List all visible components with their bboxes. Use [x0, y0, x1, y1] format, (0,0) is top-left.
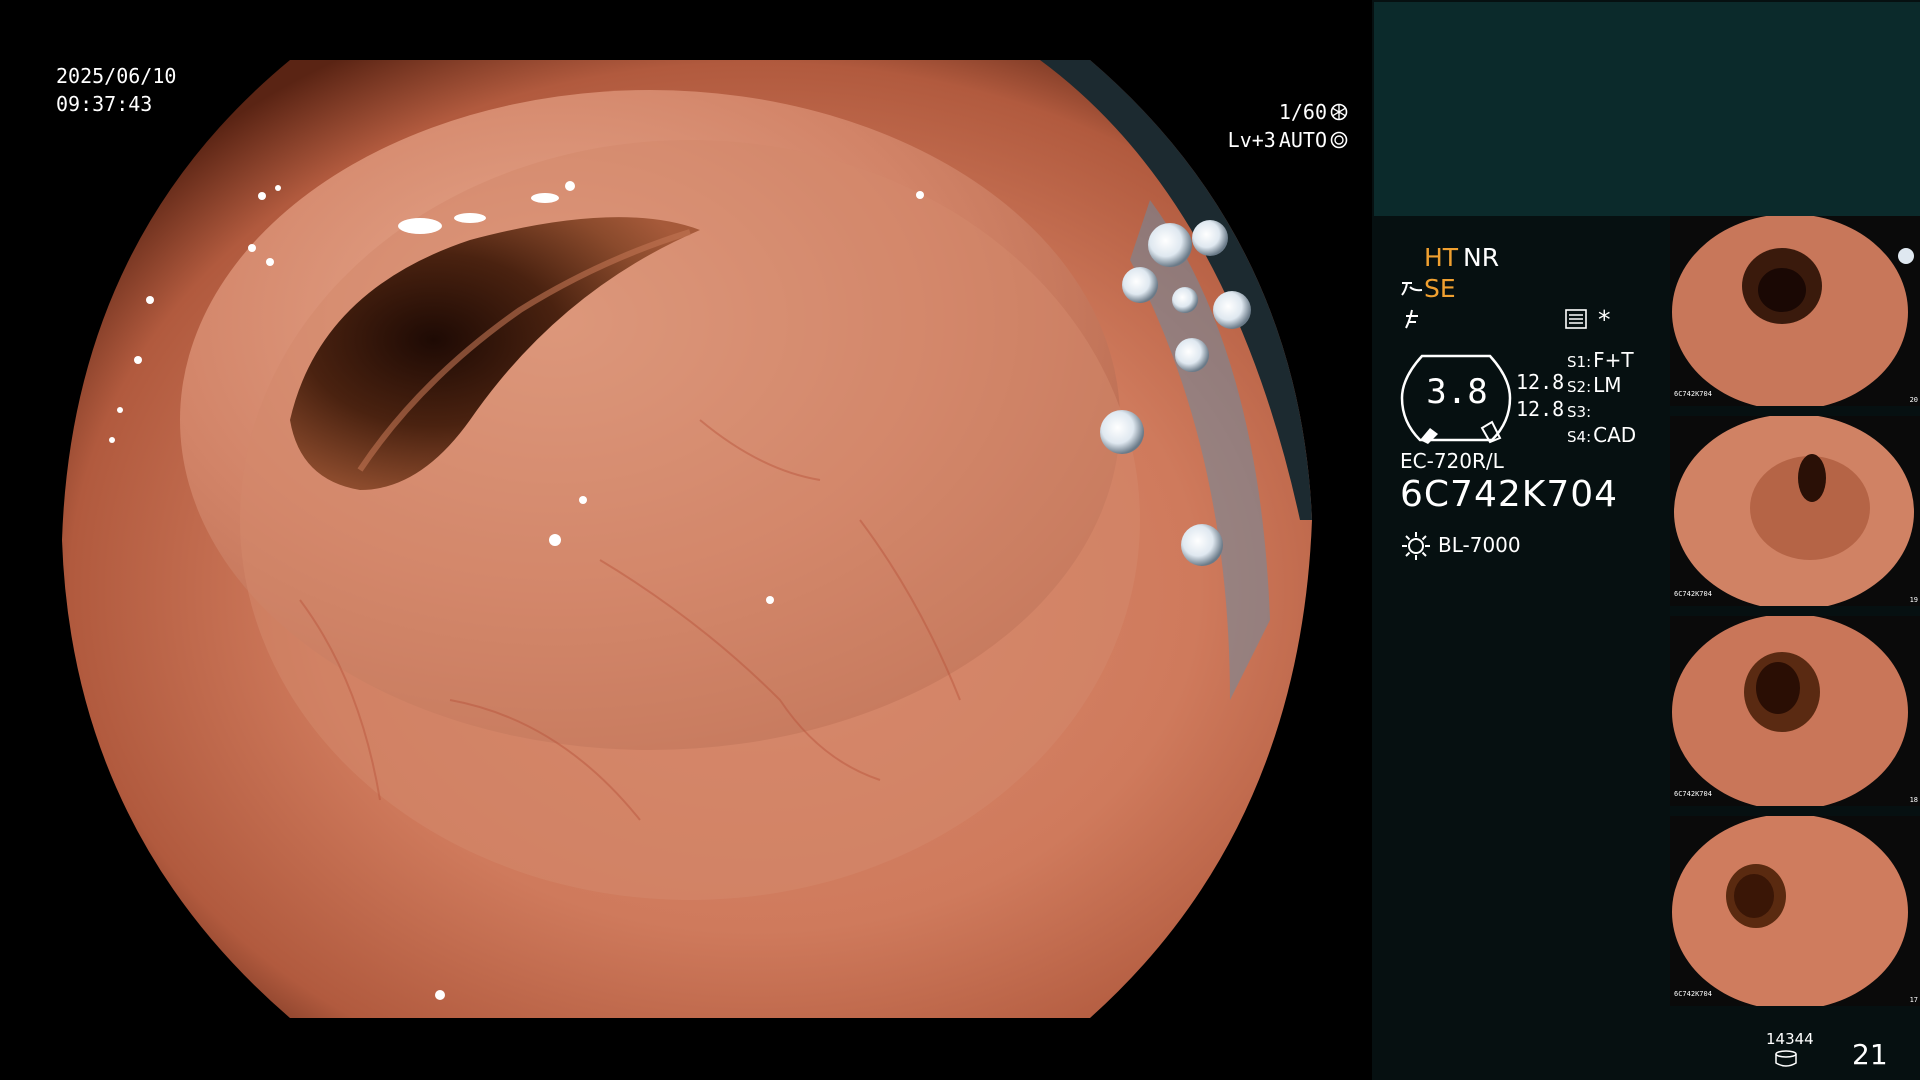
nr-mode-indicator: NR: [1463, 243, 1500, 272]
thumbnail-image: [1672, 216, 1914, 406]
thumbnail-caption: 6C742K704: [1674, 390, 1712, 398]
thumbnail-image: [1674, 416, 1914, 606]
switch-slot-1: S1: F+T: [1567, 348, 1634, 372]
capture-thumbnail[interactable]: 6C742K704 20: [1670, 216, 1920, 406]
enhancement-level: Lv+3: [1227, 128, 1276, 152]
thumbnail-counter: 18: [1909, 796, 1918, 804]
structure-enhance-icon: [1401, 282, 1423, 296]
iris-icon: [1330, 131, 1348, 149]
color-mode-icon: [1405, 309, 1418, 329]
panel-header-area: [1374, 2, 1920, 216]
scope-model: EC-720R/L: [1400, 449, 1504, 473]
capture-thumbnail[interactable]: 6C742K704 19: [1670, 416, 1920, 606]
exposure-readout: 1/60 Lv+3 AUTO: [1228, 98, 1348, 154]
iris-mode: AUTO: [1278, 128, 1327, 152]
side-value-2: 12.8: [1516, 397, 1565, 421]
switch-key: S4:: [1567, 428, 1592, 446]
thumbnail-image: [1672, 816, 1908, 1006]
light-source-icon: [1402, 532, 1430, 560]
switch-key: S2:: [1567, 378, 1592, 396]
endoscope-live-view: 2025/06/10 09:37:43 1/60 Lv+3 AUTO: [0, 0, 1372, 1080]
thumbnail-image: [1672, 616, 1908, 806]
switch-slot-4: S4: CAD: [1567, 423, 1636, 447]
scope-serial: 6C742K704: [1400, 474, 1619, 515]
capture-thumbnail[interactable]: 6C742K704 17: [1670, 816, 1920, 1006]
thumbnail-caption: 6C742K704: [1674, 790, 1712, 798]
storage-count: 14344: [1766, 1030, 1814, 1048]
capture-time: 09:37:43: [56, 92, 153, 116]
thumbnail-counter: 19: [1909, 596, 1918, 604]
colon-mucosa-image: [0, 0, 1372, 1080]
capture-thumbnail[interactable]: 6C742K704 18: [1670, 616, 1920, 806]
dial-left-marker: [1420, 428, 1438, 444]
shutter-icon: [1330, 103, 1348, 121]
se-mode-indicator: SE: [1424, 274, 1456, 303]
switch-key: S1:: [1567, 353, 1592, 371]
thumbnail-counter: 17: [1909, 996, 1918, 1004]
switch-value: CAD: [1593, 423, 1637, 447]
side-value-1: 12.8: [1516, 370, 1565, 394]
switch-value: F+T: [1593, 348, 1634, 372]
thumbnail-counter: 20: [1909, 396, 1918, 404]
switch-key: S3:: [1567, 403, 1592, 421]
ht-mode-indicator: HT: [1424, 243, 1459, 272]
switch-slot-3: S3:: [1567, 398, 1593, 422]
thumbnail-caption: 6C742K704: [1674, 590, 1712, 598]
light-source-model: BL-7000: [1438, 533, 1521, 557]
status-star: *: [1598, 305, 1611, 334]
frame-number: 21: [1852, 1038, 1888, 1071]
shutter-speed: 1/60: [1278, 100, 1327, 124]
thumbnail-caption: 6C742K704: [1674, 990, 1712, 998]
dial-value: 3.8: [1426, 372, 1488, 412]
capture-date: 2025/06/10: [56, 64, 177, 88]
menu-list-icon: [1565, 309, 1587, 329]
switch-value: LM: [1593, 373, 1622, 397]
capture-datetime: 2025/06/10 09:37:43: [56, 62, 176, 118]
storage-disk-icon: [1775, 1050, 1797, 1067]
switch-slot-2: S2: LM: [1567, 373, 1622, 397]
